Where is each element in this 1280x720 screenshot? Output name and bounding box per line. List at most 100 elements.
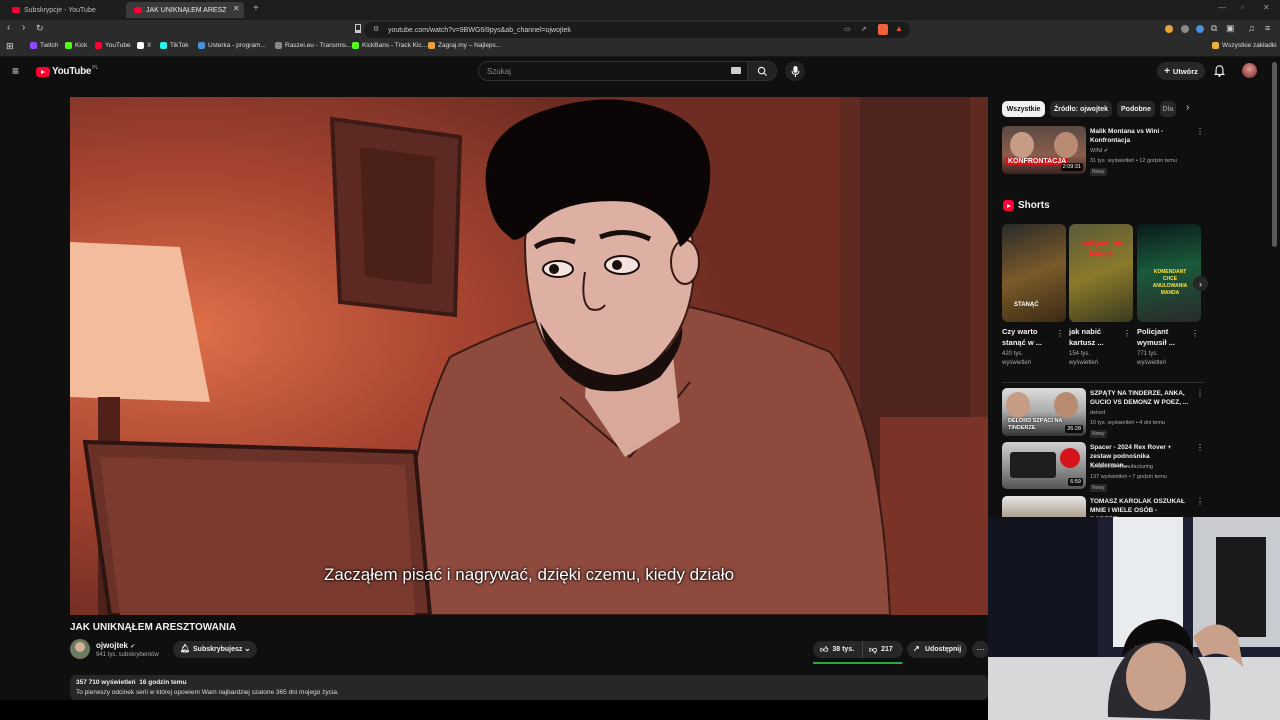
dislike-button[interactable]: 👎︎ 217 (863, 641, 893, 658)
short-thumbnail-3[interactable]: KOMENDANT CHCE ANULOWANIA MANDA (1137, 224, 1201, 322)
chip-from-channel[interactable]: Źródło: ojwojtek (1050, 101, 1112, 117)
youtube-logo[interactable]: YouTube PL (36, 65, 98, 77)
search-button[interactable] (747, 61, 777, 81)
bookmark-x[interactable]: X (137, 42, 151, 49)
puzzle-extensions-icon[interactable]: ⧉ (1211, 23, 1217, 34)
microphone-icon (791, 65, 799, 77)
youtube-icon (95, 42, 102, 49)
chip-related[interactable]: Podobne (1117, 101, 1155, 117)
video-menu-icon[interactable]: ⋮ (1196, 497, 1204, 506)
verified-check-icon: ✔ (1103, 148, 1109, 154)
notifications-bell-icon[interactable] (1213, 64, 1226, 82)
bookmark-raszei[interactable]: Raszei.eu - Transmis... (275, 42, 351, 49)
reload-icon[interactable]: ↻ (36, 23, 44, 34)
zagraj-icon (428, 42, 435, 49)
close-tab-icon[interactable]: ✕ (233, 4, 240, 13)
user-avatar[interactable] (1242, 63, 1257, 78)
hamburger-menu-icon[interactable]: ≡ (12, 64, 19, 78)
brave-rewards-icon[interactable]: ▲ (895, 24, 903, 33)
create-button[interactable]: + Utwórz (1157, 62, 1205, 80)
all-bookmarks[interactable]: Wszystkie zakładki (1212, 42, 1277, 49)
chevron-down-icon: ⌄ (244, 644, 251, 653)
video-player[interactable] (70, 97, 988, 615)
voice-search-button[interactable] (785, 61, 805, 81)
sidebar-toggle-icon[interactable]: ▣ (1226, 23, 1235, 34)
bookmark-twitch[interactable]: Twitch (30, 42, 58, 49)
video-thumbnail-2[interactable]: 6:59 (1002, 442, 1086, 489)
site-info-icon[interactable]: ⚙ (373, 25, 379, 33)
shorts-logo-icon (1003, 200, 1014, 211)
video-channel-2[interactable]: Kelderman Manufacturing (1090, 463, 1153, 471)
bookmark-usterka[interactable]: Usterka - program... (198, 42, 266, 49)
search-icon (757, 66, 767, 76)
chip-for-you[interactable]: Dla (1160, 101, 1176, 117)
video-channel-1[interactable]: delord (1090, 409, 1105, 417)
keyboard-icon[interactable] (731, 67, 741, 74)
thumbnail-person-right (1054, 132, 1078, 158)
recommended-thumbnail[interactable]: KONFRONTACJA 2:09:31 (1002, 126, 1086, 174)
bell-icon: 🔔︎ (180, 644, 191, 653)
thumbs-up-icon: 👍︎ (820, 644, 829, 654)
search-input[interactable]: Szukaj (478, 61, 748, 81)
minimize-window-icon[interactable]: — (1218, 3, 1226, 12)
browser-tab-active[interactable]: JAK UNIKNĄŁEM ARESZTOWANIA (126, 2, 244, 18)
back-icon[interactable]: ‹ (7, 22, 10, 33)
video-meta-2: 137 wyświetleń • 7 godzin temu (1090, 474, 1167, 480)
recommended-channel[interactable]: WINI ✔ (1090, 147, 1108, 155)
new-tab-icon[interactable]: + (253, 3, 259, 14)
page-scrollbar[interactable] (1272, 62, 1277, 247)
forward-icon[interactable]: › (22, 22, 25, 33)
shorts-next-icon[interactable]: › (1193, 276, 1208, 291)
menu-icon[interactable]: ≡ (1265, 23, 1270, 33)
video-menu-icon[interactable]: ⋮ (1196, 389, 1204, 398)
channel-name[interactable]: ojwojtek ✔ (96, 641, 135, 650)
video-thumbnail-3[interactable] (1002, 496, 1086, 517)
share-button[interactable]: ↗ Udostępnij (907, 641, 967, 658)
more-actions-button[interactable]: ⋯ (972, 641, 989, 658)
short-thumbnail-2[interactable]: Nabijam! Nie kupuję! (1069, 224, 1133, 322)
short-title-3[interactable]: Policjant wymusił ... (1137, 326, 1189, 348)
media-icon[interactable]: ♫ (1248, 23, 1255, 33)
video-title-1[interactable]: SZPĄTY NA TINDERZE, ANKA, GUCIO VS DEMON… (1090, 389, 1190, 407)
thumbnail-person-left (1010, 132, 1034, 158)
cast-icon[interactable]: ▭ (844, 25, 851, 33)
youtube-favicon-icon (134, 7, 142, 13)
description-box[interactable] (70, 675, 988, 700)
short-thumbnail-1[interactable]: STANĄĆ (1002, 224, 1066, 322)
channel-avatar[interactable] (70, 639, 90, 659)
section-divider (1002, 382, 1204, 383)
chips-next-icon[interactable]: › (1186, 102, 1189, 113)
bookmark-youtube[interactable]: YouTube (95, 42, 131, 49)
video-menu-icon[interactable]: ⋮ (1196, 443, 1204, 452)
share-page-icon[interactable]: ⇗ (861, 25, 867, 33)
extension-icon[interactable] (1196, 25, 1204, 33)
close-window-icon[interactable]: ✕ (1263, 3, 1270, 12)
subscribed-button[interactable]: 🔔︎ Subskrybujesz ⌄ (173, 641, 257, 658)
short-menu-icon[interactable]: ⋮ (1191, 329, 1199, 338)
maximize-window-icon[interactable]: ▫ (1241, 3, 1244, 12)
short-menu-icon[interactable]: ⋮ (1056, 329, 1064, 338)
browser-tab-subscriptions[interactable]: Subskrypcje - YouTube (4, 2, 122, 18)
video-thumbnail-1[interactable]: DELORD SZPĄCI NA TINDERZE 26:28 (1002, 388, 1086, 436)
video-menu-icon[interactable]: ⋮ (1196, 127, 1204, 136)
short-menu-icon[interactable]: ⋮ (1123, 329, 1131, 338)
bookmark-page-icon[interactable] (355, 24, 361, 33)
chip-all[interactable]: Wszystkie (1002, 101, 1045, 117)
recommended-title[interactable]: Malik Montana vs Wini - Konfrontacja (1090, 127, 1190, 145)
short-title-1[interactable]: Czy warto stanąć w ... (1002, 326, 1054, 348)
short-thumbnail-text: STANĄĆ (1014, 302, 1039, 308)
extension-icon[interactable] (1165, 25, 1173, 33)
short-title-2[interactable]: jak nabić kartusz ... (1069, 326, 1121, 348)
bookmark-kick[interactable]: Kick (65, 42, 87, 49)
video-meta-1: 10 tys. wyświetleń • 4 dni temu (1090, 420, 1165, 426)
apps-grid-icon[interactable]: ⊞ (6, 41, 14, 52)
like-button[interactable]: 👍︎ 38 tys. (813, 641, 863, 658)
brave-shield-icon[interactable] (878, 24, 888, 35)
short-views-2: 154 tys. wyświetleń (1069, 351, 1099, 366)
extension-icon[interactable] (1181, 25, 1189, 33)
x-icon (137, 42, 144, 49)
bookmark-tiktok[interactable]: TikTok (160, 42, 189, 49)
address-bar[interactable]: ⚙ youtube.com/watch?v=9BWG6i9pys&ab_chan… (364, 22, 910, 38)
bookmark-kickbans[interactable]: KickBans - Track Kic... (352, 42, 427, 49)
bookmark-zagraj[interactable]: Zagraj.my – Najleps... (428, 42, 501, 49)
